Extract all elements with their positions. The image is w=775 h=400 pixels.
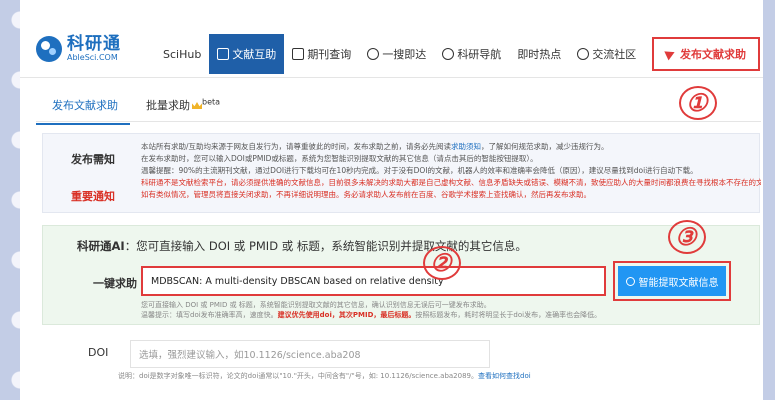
search-icon [625,276,635,286]
ai-heading-text: ：您可直接输入 DOI 或 PMID 或 标题，系统智能识别并提取文献的其它信息… [124,239,527,253]
publish-request-button[interactable]: 发布文献求助 [652,37,760,71]
one-click-input[interactable]: MDBSCAN: A multi-density DBSCAN based on… [141,266,606,296]
ai-tip-line: 温馨提示：填写doi发布准确率高，速度快。 [141,311,278,319]
book-icon [292,48,305,60]
ai-assist-panel: 科研通AI：您可直接输入 DOI 或 PMID 或 标题，系统智能识别并提取文献… [42,225,760,325]
ai-tips: 您可直接输入 DOI 或 PMID 或 标题，系统智能识别提取文献的其它信息，确… [141,300,601,320]
nav-label: 文献互助 [232,48,277,61]
nav-item-doc-help[interactable]: 文献互助 [209,34,285,74]
doi-input[interactable]: 选填，强烈建议输入，如10.1126/science.aba208 [130,340,490,368]
nav-label: 交流社区 [592,48,637,61]
smart-extract-button[interactable]: 智能提取文献信息 [613,261,731,301]
smart-extract-label: 智能提取文献信息 [638,277,719,289]
nav-item-quick-answer[interactable]: 一搜即达 [359,34,434,74]
notice-label-important: 重要通知 [71,190,115,203]
nav-item-journal-search[interactable]: 期刊查询 [284,34,359,74]
main-nav: SciHub 文献互助 期刊查询 一搜即达 科研导航 即时热点 交流社区 [155,34,644,74]
ai-heading: 科研通AI：您可直接输入 DOI 或 PMID 或 标题，系统智能识别并提取文献… [77,238,527,254]
tab-divider [36,121,761,122]
notice-line: 温馨提醒：90%的主流期刊文献，通过DOI进行下载均可在10秒内完成。对于没有D… [141,166,698,175]
annotation-2: ② [423,246,461,280]
notice-label-publish: 发布需知 [71,153,115,166]
ai-tip-emphasis: 建议优先使用doi，其次PMID，最后标题。 [277,311,416,319]
nav-label: 一搜即达 [382,48,427,61]
nav-label: 期刊查询 [307,48,352,61]
top-navigation: 科研通 AbleSci.COM SciHub 文献互助 期刊查询 一搜即达 科研… [20,0,765,78]
lightbulb-icon [442,48,455,60]
nav-label: 科研导航 [457,48,502,61]
send-icon [664,47,677,61]
publish-request-label: 发布文献求助 [680,48,746,61]
ai-heading-name: 科研通AI [77,239,125,253]
beta-badge: beta [202,97,221,107]
notice-line: 本站所有求助/互助均来源于网友自发行为，请尊重彼此的时间，发布求助之前，请务必先… [141,142,452,151]
page-container: 科研通 AbleSci.COM SciHub 文献互助 期刊查询 一搜即达 科研… [20,0,765,400]
doi-tip-text: 说明：doi是数字对象唯一标识符，论文的doi通常以"10."开头，中间含有"/… [118,372,479,380]
nav-item-hot-topics[interactable]: 即时热点 [509,34,569,74]
logo-icon [36,36,62,63]
tab-label: 批量求助 [146,99,190,112]
nav-item-scihub[interactable]: SciHub [155,34,209,74]
crown-icon [192,102,202,109]
notice-line: 如有类似情况，管理员将直接关闭求助，不再详细说明理由。务必请求助人发布前在百度、… [141,190,591,199]
chat-icon [577,48,590,60]
ai-tip-line: 您可直接输入 DOI 或 PMID 或 标题，系统智能识别提取文献的其它信息，确… [141,301,491,309]
ai-tip-line: 按照标题发布，耗时将明显长于doi发布，准确率也会降低。 [415,311,602,319]
request-guide-link[interactable]: 求助须知 [451,142,481,151]
doi-label: DOI [88,346,109,359]
tab-label: 发布文献求助 [52,99,118,112]
notice-text: 本站所有求助/互助均来源于网友自发行为，请尊重彼此的时间，发布求助之前，请务必先… [141,141,761,201]
document-icon [217,48,230,60]
site-logo[interactable]: 科研通 AbleSci.COM [36,34,121,63]
wallpaper-edge [763,0,775,400]
nav-label: SciHub [163,47,202,61]
nav-item-community[interactable]: 交流社区 [569,34,644,74]
notice-panel: 发布需知 重要通知 本站所有求助/互助均来源于网友自发行为，请尊重彼此的时间，发… [42,133,761,213]
annotation-1: ① [679,86,717,120]
nav-label: 即时热点 [517,48,562,61]
find-doi-link[interactable]: 查看如何查找doi [478,372,531,380]
annotation-3: ③ [668,220,706,254]
notice-line: 在发布求助时，您可以输入DOI或PMID或标题，系统为您智能识别提取文献的其它信… [141,154,538,163]
search-icon [367,48,380,60]
doi-tip: 说明：doi是数字对象唯一标识符，论文的doi通常以"10."开头，中间含有"/… [118,371,531,381]
one-click-label: 一键求助 [93,277,137,290]
logo-subtitle: AbleSci.COM [67,52,118,62]
logo-title: 科研通 [67,34,121,54]
notice-line: ，了解如何规范求助，减少违规行为。 [481,142,609,151]
notice-line: 科研通不是文献检索平台，请必须提供准确的文献信息，目前很多未解决的求助大都是自己… [141,178,761,187]
nav-item-research-nav[interactable]: 科研导航 [434,34,509,74]
